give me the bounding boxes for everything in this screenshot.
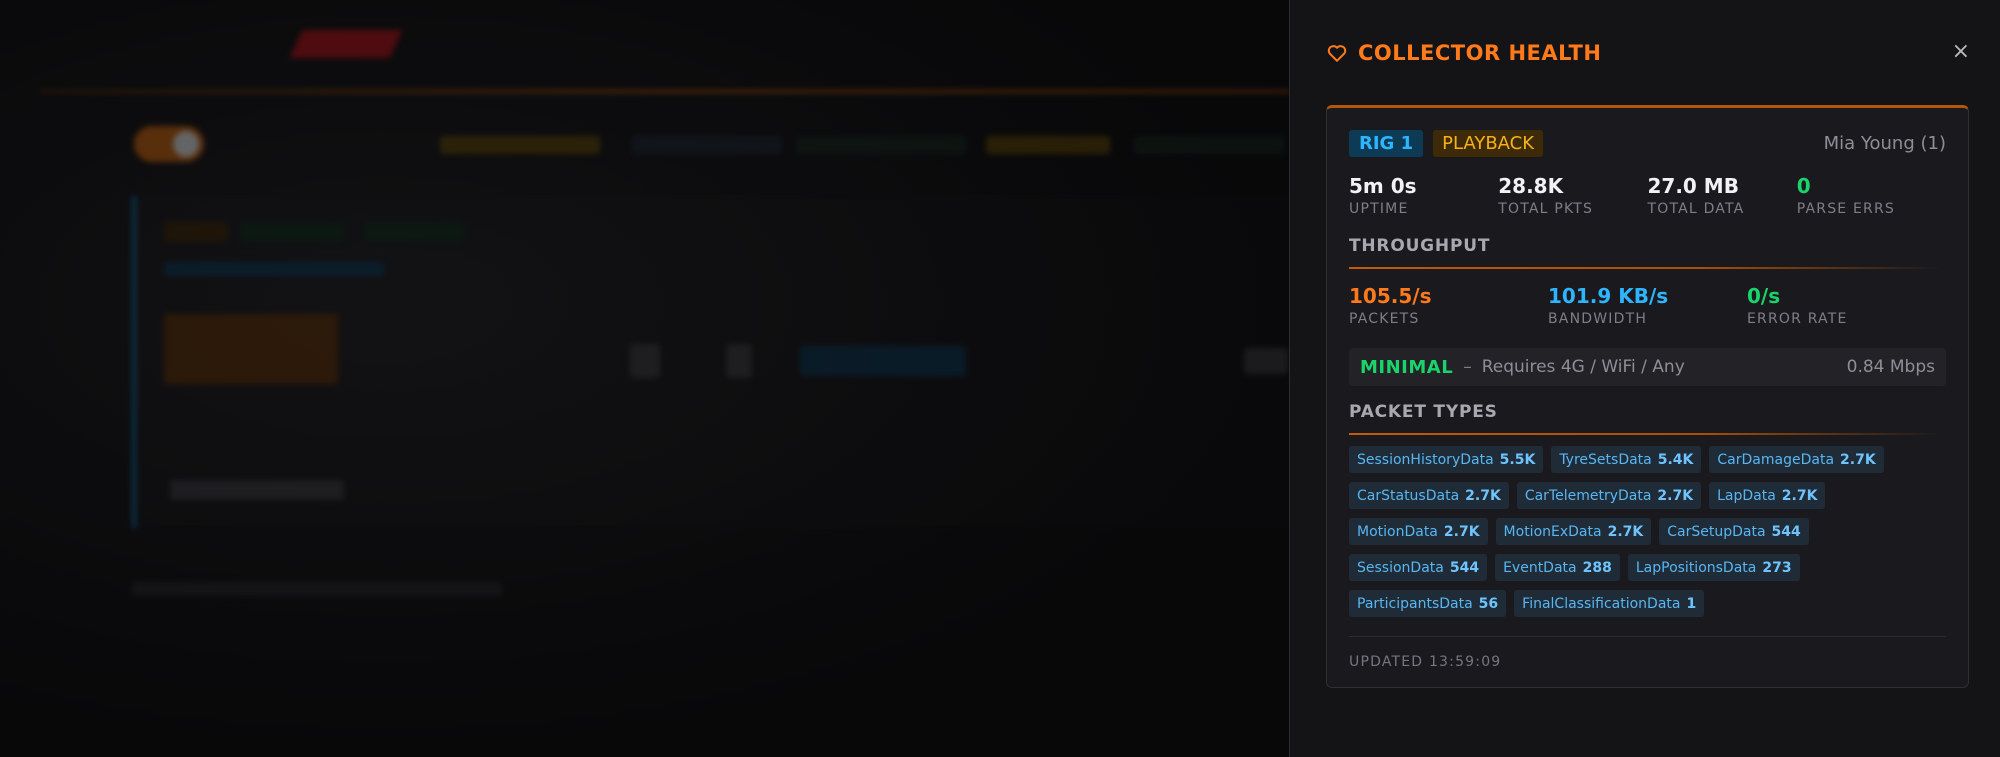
- packet-type-count: 2.7K: [1781, 487, 1818, 504]
- throughput-value: 101.9 KB/s: [1548, 284, 1669, 308]
- packet-type-count: 2.7K: [1607, 523, 1644, 540]
- throughput-rule: [1349, 267, 1940, 269]
- rig-badge: RIG 1: [1349, 129, 1424, 157]
- packet-type-chip: CarDamageData 2.7K: [1709, 446, 1884, 473]
- throughput-value: 0/s: [1747, 284, 1781, 308]
- driver-name: Mia Young (1): [1823, 132, 1946, 154]
- panel-header: COLLECTOR HEALTH ×: [1326, 38, 1970, 68]
- throughput-bandwidth: 101.9 KB/s BANDWIDTH: [1548, 284, 1747, 327]
- rig-health-card: RIG 1 PLAYBACK Mia Young (1) 5m 0s UPTIM…: [1326, 105, 1969, 688]
- background-dashboard: [0, 0, 1290, 757]
- packet-type-chip: SessionHistoryData 5.5K: [1349, 446, 1544, 473]
- packet-type-count: 2.7K: [1657, 487, 1694, 504]
- stat-total-data: 27.0 MB TOTAL DATA: [1648, 174, 1797, 217]
- packet-type-name: ParticipantsData: [1357, 595, 1473, 612]
- stat-label: UPTIME: [1349, 201, 1409, 217]
- network-speed: 0.84 Mbps: [1846, 357, 1935, 377]
- stat-label: TOTAL PKTS: [1498, 201, 1594, 217]
- packet-type-name: SessionHistoryData: [1357, 451, 1494, 468]
- packet-type-chip: CarTelemetryData 2.7K: [1516, 482, 1702, 509]
- stats-row: 5m 0s UPTIME 28.8K TOTAL PKTS 27.0 MB TO…: [1349, 174, 1946, 217]
- stat-value: 27.0 MB: [1647, 174, 1739, 198]
- packet-type-name: MotionData: [1357, 523, 1438, 540]
- app-root: COLLECTOR HEALTH × RIG 1 PLAYBACK Mia Yo…: [0, 0, 2000, 757]
- network-separator: –: [1463, 357, 1472, 377]
- network-requirement-bar: MINIMAL – Requires 4G / WiFi / Any 0.84 …: [1349, 348, 1946, 386]
- throughput-label: PACKETS: [1349, 311, 1420, 327]
- packet-type-count: 544: [1771, 523, 1801, 540]
- packet-type-count: 273: [1762, 559, 1792, 576]
- network-requirement: Requires 4G / WiFi / Any: [1481, 357, 1685, 377]
- packet-type-row: ParticipantsData 56 FinalClassificationDat…: [1349, 590, 1946, 617]
- packet-types-title: PACKET TYPES: [1349, 402, 1498, 422]
- packet-type-chip: TyreSetsData 5.4K: [1551, 446, 1702, 473]
- packet-type-count: 2.7K: [1840, 451, 1876, 468]
- throughput-error-rate: 0/s ERROR RATE: [1747, 284, 1946, 327]
- packet-type-row: SessionData 544 EventData 288 LapPositionsDa…: [1349, 554, 1946, 581]
- packet-type-chip: SessionData 544: [1349, 554, 1488, 581]
- packet-type-name: CarDamageData: [1717, 451, 1835, 468]
- packet-type-name: CarTelemetryData: [1524, 487, 1652, 504]
- packet-type-count: 2.7K: [1443, 523, 1480, 540]
- packet-type-count: 5.5K: [1499, 451, 1536, 468]
- stat-total-packets: 28.8K TOTAL PKTS: [1498, 174, 1647, 217]
- throughput-row: 105.5/s PACKETS 101.9 KB/s BANDWIDTH 0/s…: [1349, 284, 1946, 327]
- stat-value: 0: [1796, 174, 1811, 198]
- close-icon[interactable]: ×: [1952, 40, 1970, 64]
- throughput-packets: 105.5/s PACKETS: [1349, 284, 1548, 327]
- packet-type-chip: LapPositionsData 273: [1627, 554, 1800, 581]
- background-dim-overlay[interactable]: [0, 0, 1290, 757]
- packet-type-name: FinalClassificationData: [1522, 595, 1681, 612]
- packet-type-count: 2.7K: [1465, 487, 1501, 504]
- packet-type-row: SessionHistoryData 5.5K TyreSetsData 5.4K Ca…: [1349, 446, 1946, 473]
- heart-icon: [1326, 42, 1348, 64]
- packet-type-count: 288: [1582, 559, 1612, 576]
- packet-type-chip: LapData 2.7K: [1709, 482, 1826, 509]
- rig-header: RIG 1 PLAYBACK Mia Young (1): [1349, 128, 1946, 158]
- packet-type-count: 56: [1478, 595, 1499, 612]
- packet-type-row: CarStatusData 2.7K CarTelemetryData 2.7K Lap…: [1349, 482, 1946, 509]
- network-tier: MINIMAL: [1360, 356, 1454, 378]
- stat-value: 28.8K: [1498, 174, 1564, 198]
- mode-badge: PLAYBACK: [1433, 129, 1544, 157]
- packet-types-rule: [1349, 433, 1940, 435]
- packet-type-chip: ParticipantsData 56: [1349, 590, 1507, 617]
- packet-type-name: CarStatusData: [1357, 487, 1460, 504]
- packet-type-name: LapData: [1717, 487, 1776, 504]
- throughput-label: BANDWIDTH: [1548, 311, 1648, 327]
- packet-type-chip: CarStatusData 2.7K: [1349, 482, 1509, 509]
- stat-label: PARSE ERRS: [1796, 201, 1895, 217]
- stat-uptime: 5m 0s UPTIME: [1349, 174, 1498, 217]
- packet-type-chip: FinalClassificationData 1: [1514, 590, 1705, 617]
- packet-type-chip: MotionExData 2.7K: [1495, 518, 1652, 545]
- throughput-value: 105.5/s: [1349, 284, 1432, 308]
- packet-type-chip: EventData 288: [1495, 554, 1620, 581]
- packet-type-count: 5.4K: [1657, 451, 1694, 468]
- updated-timestamp: UPDATED 13:59:09: [1349, 654, 1502, 670]
- packet-type-chips: SessionHistoryData 5.5K TyreSetsData 5.4K Ca…: [1349, 446, 1946, 626]
- packet-type-name: CarSetupData: [1667, 523, 1766, 540]
- footer-divider: [1349, 636, 1946, 637]
- stat-parse-errors: 0 PARSE ERRS: [1797, 174, 1946, 217]
- packet-type-chip: MotionData 2.7K: [1349, 518, 1488, 545]
- packet-type-name: TyreSetsData: [1559, 451, 1652, 468]
- packet-type-name: SessionData: [1357, 559, 1444, 576]
- packet-type-chip: CarSetupData 544: [1659, 518, 1809, 545]
- stat-value: 5m 0s: [1349, 174, 1417, 198]
- packet-type-row: MotionData 2.7K MotionExData 2.7K CarSetupDa…: [1349, 518, 1946, 545]
- packet-type-count: 544: [1449, 559, 1480, 576]
- collector-health-panel: COLLECTOR HEALTH × RIG 1 PLAYBACK Mia Yo…: [1289, 0, 2000, 757]
- throughput-label: ERROR RATE: [1747, 311, 1848, 327]
- packet-type-name: MotionExData: [1503, 523, 1602, 540]
- panel-title: COLLECTOR HEALTH: [1358, 41, 1602, 65]
- packet-type-name: EventData: [1503, 559, 1577, 576]
- stat-label: TOTAL DATA: [1647, 201, 1745, 217]
- packet-type-count: 1: [1686, 595, 1697, 612]
- throughput-title: THROUGHPUT: [1349, 236, 1491, 256]
- packet-type-name: LapPositionsData: [1635, 559, 1757, 576]
